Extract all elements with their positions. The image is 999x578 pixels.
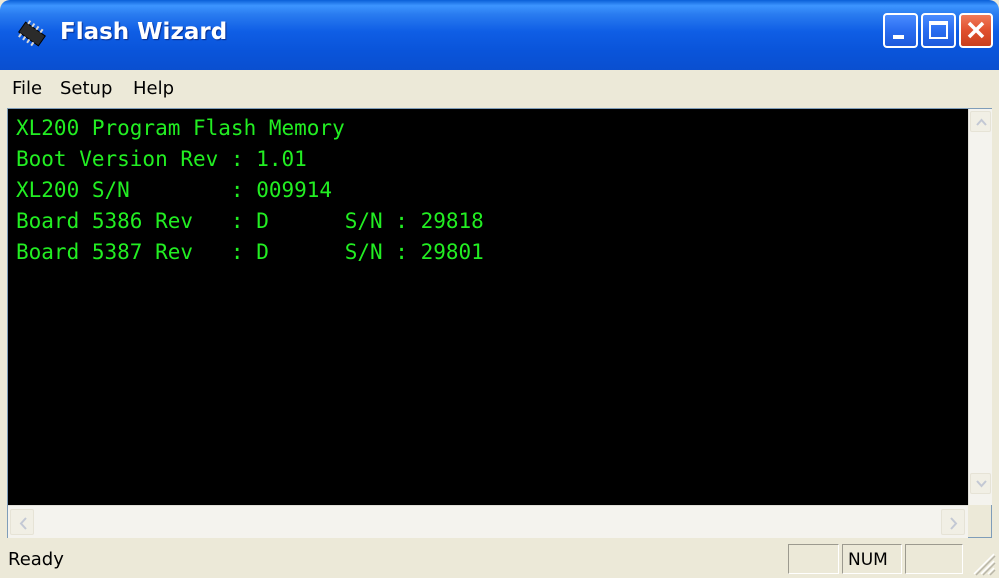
chevron-down-icon <box>976 480 987 488</box>
console-line: XL200 Program Flash Memory <box>16 116 345 140</box>
window-title: Flash Wizard <box>60 19 228 45</box>
close-icon <box>967 21 985 39</box>
close-button[interactable] <box>959 13 993 48</box>
status-text: Ready <box>8 549 64 570</box>
console-output[interactable]: XL200 Program Flash Memory Boot Version … <box>8 109 968 505</box>
status-pane-scrl <box>905 544 963 574</box>
console-line: Board 5386 Rev : D S/N : 29818 <box>16 209 484 233</box>
maximize-button[interactable] <box>921 13 956 48</box>
scroll-left-button[interactable] <box>10 509 34 535</box>
scroll-right-button[interactable] <box>941 509 965 535</box>
chevron-up-icon <box>976 118 987 126</box>
minimize-button[interactable] <box>883 13 918 48</box>
menu-bar: File Setup Help <box>0 72 999 106</box>
chevron-right-icon <box>950 517 958 530</box>
console-line: XL200 S/N : 009914 <box>16 178 333 202</box>
maximize-icon <box>929 21 948 39</box>
menu-setup[interactable]: Setup <box>54 76 118 101</box>
chip-icon <box>14 20 50 48</box>
menu-file[interactable]: File <box>6 76 48 101</box>
minimize-icon <box>893 35 904 39</box>
scroll-up-button[interactable] <box>970 111 991 132</box>
console-line: Boot Version Rev : 1.01 <box>16 147 307 171</box>
status-bar: Ready NUM <box>0 540 999 578</box>
resize-grip-icon[interactable] <box>968 548 996 576</box>
horizontal-scrollbar[interactable] <box>8 505 968 538</box>
console-line: Board 5387 Rev : D S/N : 29801 <box>16 240 484 264</box>
vertical-scrollbar[interactable] <box>968 109 992 505</box>
chevron-left-icon <box>19 517 27 530</box>
scroll-down-button[interactable] <box>970 473 991 494</box>
title-bar[interactable]: Flash Wizard <box>0 0 999 70</box>
status-pane-num: NUM <box>842 544 902 574</box>
status-pane-caps <box>788 544 839 574</box>
client-area: XL200 Program Flash Memory Boot Version … <box>7 108 992 538</box>
scrollbar-corner <box>968 505 991 537</box>
menu-help[interactable]: Help <box>127 76 180 101</box>
flash-wizard-window: Flash Wizard File Setup Help XL200 Progr… <box>0 0 999 578</box>
